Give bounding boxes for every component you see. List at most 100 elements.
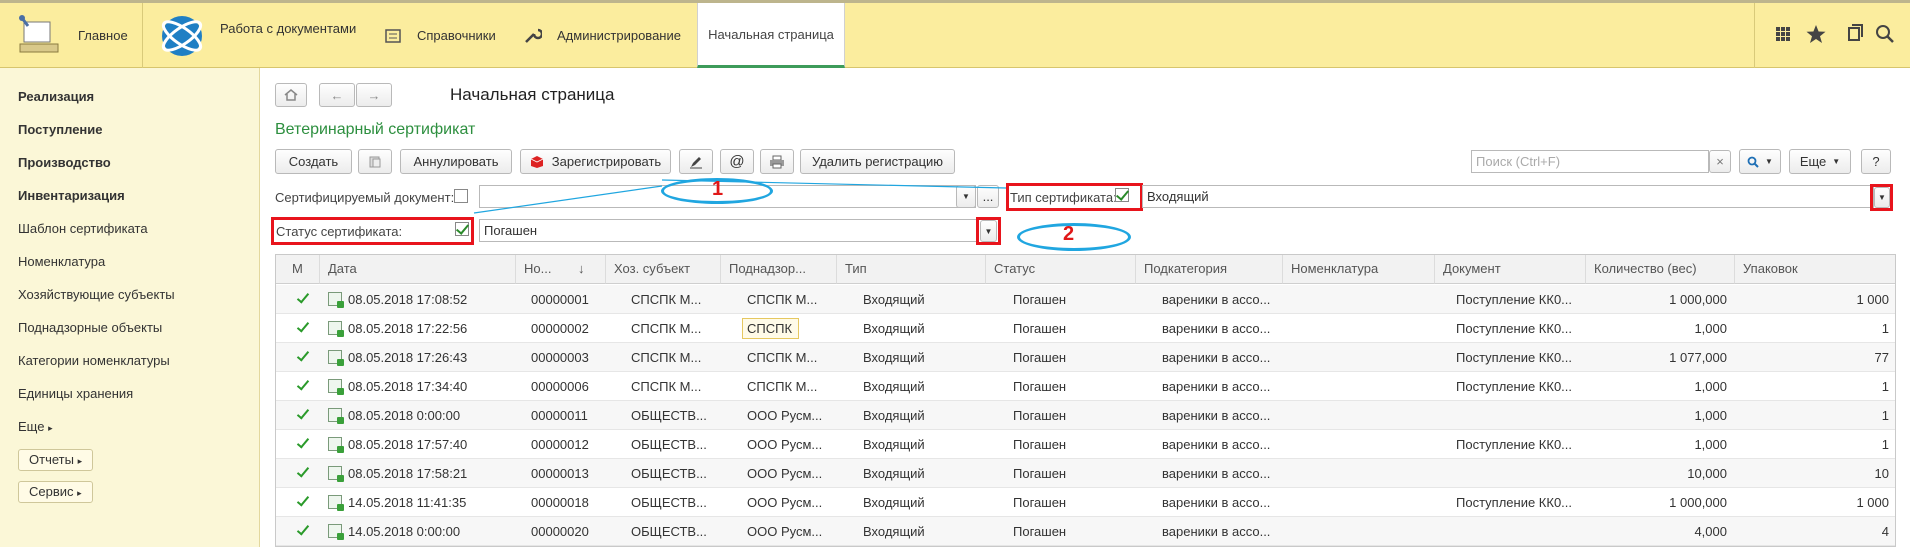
status-field[interactable]: Погашен bbox=[479, 219, 977, 242]
column-header-date[interactable]: Дата bbox=[320, 255, 516, 284]
checkmark-icon bbox=[296, 493, 310, 507]
cancel-certificate-button[interactable]: Аннулировать bbox=[400, 149, 512, 174]
sidebar-item-nomenclature-categories[interactable]: Категории номенклатуры bbox=[18, 353, 170, 368]
sidebar-item-realization[interactable]: Реализация bbox=[18, 89, 94, 104]
sidebar-item-business-entities[interactable]: Хозяйствующие субъекты bbox=[18, 287, 175, 302]
cell-subcat: вареники в ассо... bbox=[1162, 524, 1271, 539]
sidebar-item-production[interactable]: Производство bbox=[18, 155, 111, 170]
at-sign-icon: @ bbox=[729, 153, 745, 170]
cell-status: Погашен bbox=[1013, 408, 1067, 423]
cell-date: 08.05.2018 0:00:00 bbox=[348, 408, 461, 423]
cell-pack: 77 bbox=[1874, 350, 1889, 365]
cell-pack: 4 bbox=[1881, 524, 1889, 539]
help-button[interactable]: ? bbox=[1861, 149, 1891, 174]
column-header-subject[interactable]: Хоз. субъект bbox=[606, 255, 721, 284]
chevron-down-icon: ▼ bbox=[1878, 193, 1886, 202]
register-button[interactable]: Зарегистрировать bbox=[520, 149, 671, 174]
cell-nomen bbox=[1309, 430, 1429, 459]
create-button[interactable]: Создать bbox=[275, 149, 352, 174]
table-row[interactable]: 08.05.2018 17:34:40 00000006 СПСПК М... СПС… bbox=[276, 372, 1895, 401]
sidebar-item-cert-template[interactable]: Шаблон сертификата bbox=[18, 221, 148, 236]
cert-type-dropdown-button[interactable]: ▼ bbox=[1874, 187, 1890, 208]
checkmark-icon bbox=[296, 377, 310, 391]
cell-status: Погашен bbox=[1013, 524, 1067, 539]
column-header-document[interactable]: Документ bbox=[1435, 255, 1586, 284]
cert-doc-checkbox[interactable] bbox=[454, 189, 468, 203]
cell-object: СПСПК bbox=[742, 318, 799, 339]
email-button[interactable]: @ bbox=[720, 149, 754, 174]
form-title: Ветеринарный сертификат bbox=[275, 121, 476, 138]
column-header-packages[interactable]: Упаковок bbox=[1735, 255, 1895, 284]
column-header-subcategory[interactable]: Подкатегория bbox=[1136, 255, 1283, 284]
sidebar-item-inventory[interactable]: Инвентаризация bbox=[18, 188, 125, 203]
cert-type-checkbox[interactable] bbox=[1115, 188, 1129, 202]
apps-grid-icon[interactable] bbox=[1768, 19, 1798, 49]
list-icon bbox=[385, 28, 401, 43]
back-button[interactable]: ← bbox=[319, 83, 355, 107]
cell-doc bbox=[1456, 401, 1584, 430]
cell-date: 14.05.2018 11:41:35 bbox=[348, 495, 467, 510]
clear-search-button[interactable]: × bbox=[1709, 150, 1731, 173]
tab-start-page-label: Начальная страница bbox=[708, 26, 834, 42]
sidebar-item-supervised-objects[interactable]: Поднадзорные объекты bbox=[18, 320, 162, 335]
delete-registration-button[interactable]: Удалить регистрацию bbox=[800, 149, 955, 174]
nav-admin[interactable]: Администрирование bbox=[524, 3, 681, 68]
table-row[interactable]: 08.05.2018 17:22:56 00000002 СПСПК М... СПС… bbox=[276, 314, 1895, 343]
reports-button[interactable]: Отчеты ▸ bbox=[18, 449, 94, 471]
service-button[interactable]: Сервис ▸ bbox=[18, 481, 93, 503]
print-button[interactable] bbox=[760, 149, 794, 174]
cell-type: Входящий bbox=[863, 379, 925, 394]
cell-status: Погашен bbox=[1013, 350, 1067, 365]
cell-nomen bbox=[1309, 285, 1429, 314]
table-row[interactable]: 08.05.2018 17:57:40 00000012 ОБЩЕСТВ... ООО… bbox=[276, 430, 1895, 459]
sidebar-item-more[interactable]: Еще ▸ bbox=[18, 419, 53, 434]
table-row[interactable]: 08.05.2018 17:26:43 00000003 СПСПК М... СПС… bbox=[276, 343, 1895, 372]
nav-divider bbox=[142, 3, 143, 68]
cell-date: 08.05.2018 17:26:43 bbox=[348, 350, 468, 365]
checkmark-icon bbox=[296, 319, 310, 333]
cell-num: 00000002 bbox=[531, 321, 589, 336]
cell-subcat: вареники в ассо... bbox=[1162, 292, 1271, 307]
search-icon[interactable] bbox=[1870, 19, 1900, 49]
column-header-mark[interactable]: М bbox=[276, 255, 320, 284]
table-row[interactable]: 14.05.2018 0:00:00 00000020 ОБЩЕСТВ... ООО … bbox=[276, 517, 1895, 546]
column-header-number[interactable]: Но... ↓ bbox=[516, 255, 606, 284]
forward-button[interactable]: → bbox=[356, 83, 392, 107]
cert-type-field[interactable]: Входящий bbox=[1142, 185, 1874, 208]
table-row[interactable]: 14.05.2018 11:41:35 00000018 ОБЩЕСТВ... ООО… bbox=[276, 488, 1895, 517]
column-header-quantity[interactable]: Количество (вес) bbox=[1586, 255, 1735, 284]
sign-button[interactable] bbox=[679, 149, 713, 174]
nav-home[interactable]: Главное bbox=[14, 3, 128, 68]
cell-qty: 1,000 bbox=[1694, 408, 1727, 423]
cell-status: Погашен bbox=[1013, 466, 1067, 481]
column-header-object[interactable]: Поднадзор... bbox=[721, 255, 837, 284]
sidebar-item-storage-units[interactable]: Единицы хранения bbox=[18, 386, 133, 401]
column-header-nomenclature[interactable]: Номенклатура bbox=[1283, 255, 1435, 284]
checkmark-icon bbox=[296, 406, 310, 420]
search-options-button[interactable]: ▼ bbox=[1739, 149, 1781, 174]
nav-docs[interactable]: Работа с документами bbox=[158, 3, 356, 68]
cell-nomen bbox=[1309, 459, 1429, 488]
star-icon[interactable] bbox=[1801, 19, 1831, 49]
sidebar-item-nomenclature[interactable]: Номенклатура bbox=[18, 254, 105, 269]
cell-type: Входящий bbox=[863, 524, 925, 539]
more-actions-button[interactable]: Еще ▼ bbox=[1789, 149, 1851, 174]
status-dropdown-button[interactable]: ▼ bbox=[980, 220, 997, 242]
cell-num: 00000011 bbox=[531, 408, 588, 423]
table-row[interactable]: 08.05.2018 17:08:52 00000001 СПСПК М... СПС… bbox=[276, 285, 1895, 314]
status-checkbox[interactable] bbox=[455, 222, 469, 236]
copy-button[interactable] bbox=[358, 149, 392, 174]
column-header-type[interactable]: Тип bbox=[837, 255, 986, 284]
checkmark-icon bbox=[296, 435, 310, 449]
history-icon[interactable] bbox=[1840, 19, 1870, 49]
table-row[interactable]: 08.05.2018 17:58:21 00000013 ОБЩЕСТВ... ООО… bbox=[276, 459, 1895, 488]
column-header-status[interactable]: Статус bbox=[986, 255, 1136, 284]
tab-start-page[interactable]: Начальная страница bbox=[697, 3, 845, 68]
home-button[interactable] bbox=[275, 83, 307, 107]
cell-date: 08.05.2018 17:08:52 bbox=[348, 292, 468, 307]
sidebar-item-receipt[interactable]: Поступление bbox=[18, 122, 103, 137]
search-input[interactable]: Поиск (Ctrl+F) bbox=[1471, 150, 1709, 173]
nav-refs[interactable]: Справочники bbox=[385, 3, 496, 68]
table-row[interactable]: 08.05.2018 0:00:00 00000011 ОБЩЕСТВ... ООО … bbox=[276, 401, 1895, 430]
cell-doc bbox=[1456, 459, 1584, 488]
